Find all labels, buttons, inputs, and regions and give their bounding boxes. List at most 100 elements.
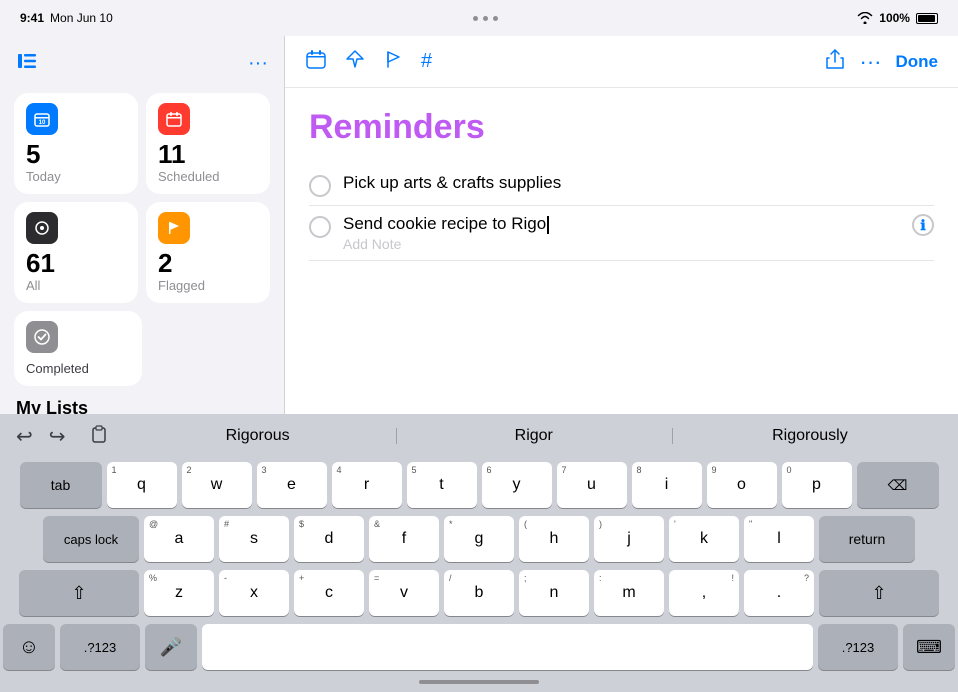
key-y[interactable]: 6y: [482, 462, 552, 508]
keyboard-row-4: ☺ .?123 🎤 .?123 ⌨: [3, 624, 955, 670]
key-g[interactable]: *g: [444, 516, 514, 562]
key-m[interactable]: :m: [594, 570, 664, 616]
smart-list-today[interactable]: 10 5 Today: [14, 93, 138, 194]
completed-icon: [26, 321, 58, 353]
key-w[interactable]: 2w: [182, 462, 252, 508]
all-icon: [26, 212, 58, 244]
undo-redo-group: ↩ ↪: [10, 420, 72, 453]
smart-list-scheduled[interactable]: 11 Scheduled: [146, 93, 270, 194]
toolbar-calendar-icon[interactable]: [305, 48, 327, 76]
key-space[interactable]: [202, 624, 813, 670]
key-e[interactable]: 3e: [257, 462, 327, 508]
key-h[interactable]: (h: [519, 516, 589, 562]
autocomplete-suggestions: Rigorous Rigor Rigorously: [120, 423, 948, 449]
paste-button[interactable]: [82, 420, 114, 453]
suggestion-1[interactable]: Rigorous: [120, 423, 396, 449]
battery-icon: 100%: [879, 11, 910, 25]
key-numbers-left[interactable]: .?123: [60, 624, 140, 670]
key-v[interactable]: =v: [369, 570, 439, 616]
keyboard-container: ↩ ↪ Rigorous Rigor Rigorously tab 1q 2w …: [0, 414, 958, 692]
key-shift-right[interactable]: ⇧: [819, 570, 939, 616]
key-s[interactable]: #s: [219, 516, 289, 562]
status-bar: 9:41 Mon Jun 10 100%: [0, 0, 958, 36]
key-p[interactable]: 0p: [782, 462, 852, 508]
key-z[interactable]: %z: [144, 570, 214, 616]
reminder-circle-1[interactable]: [309, 175, 331, 197]
undo-button[interactable]: ↩: [10, 420, 39, 453]
done-button[interactable]: Done: [896, 52, 939, 72]
add-note-label[interactable]: Add Note: [343, 236, 900, 252]
flagged-label: Flagged: [158, 278, 258, 293]
key-emoji[interactable]: ☺: [3, 624, 55, 670]
sidebar-header: ···: [14, 46, 270, 81]
key-j[interactable]: )j: [594, 516, 664, 562]
key-numbers-right[interactable]: .?123: [818, 624, 898, 670]
completed-label: Completed: [26, 361, 89, 376]
key-f[interactable]: &f: [369, 516, 439, 562]
svg-text:10: 10: [39, 120, 46, 126]
key-u[interactable]: 7u: [557, 462, 627, 508]
toolbar-right: ··· Done: [824, 48, 938, 75]
today-label: Today: [26, 169, 126, 184]
key-l[interactable]: "l: [744, 516, 814, 562]
keyboard-row-2: caps lock @a #s $d &f *g (h )j 'k "l ret…: [3, 516, 955, 562]
key-x[interactable]: -x: [219, 570, 289, 616]
reminder-text-block-2: Send cookie recipe to Rigo Add Note: [343, 214, 900, 252]
key-capslock[interactable]: caps lock: [43, 516, 139, 562]
smart-list-flagged[interactable]: 2 Flagged: [146, 202, 270, 303]
scheduled-icon: [158, 103, 190, 135]
smart-list-completed[interactable]: Completed: [14, 311, 142, 386]
smart-lists-grid: 10 5 Today 11 Scheduled: [14, 93, 270, 303]
key-r[interactable]: 4r: [332, 462, 402, 508]
today-icon: 10: [26, 103, 58, 135]
home-bar: [419, 680, 539, 684]
reminder-text-block-1: Pick up arts & crafts supplies: [343, 173, 934, 193]
key-delete[interactable]: ⌫: [857, 462, 939, 508]
reminder-info-button-2[interactable]: ℹ: [912, 214, 934, 236]
smart-list-all[interactable]: 61 All: [14, 202, 138, 303]
key-q[interactable]: 1q: [107, 462, 177, 508]
toolbar-hashtag-icon[interactable]: #: [421, 50, 432, 73]
flagged-count: 2: [158, 250, 258, 276]
key-k[interactable]: 'k: [669, 516, 739, 562]
main-toolbar: # ··· Done: [285, 36, 958, 88]
key-shift-left[interactable]: ⇧: [19, 570, 139, 616]
toolbar-more-button[interactable]: ···: [860, 49, 882, 75]
reminder-text-2: Send cookie recipe to Rigo: [343, 214, 900, 234]
all-count: 61: [26, 250, 126, 276]
status-date: Mon Jun 10: [50, 11, 113, 25]
toolbar-share-button[interactable]: [824, 48, 846, 75]
key-d[interactable]: $d: [294, 516, 364, 562]
key-tab[interactable]: tab: [20, 462, 102, 508]
key-c[interactable]: +c: [294, 570, 364, 616]
key-t[interactable]: 5t: [407, 462, 477, 508]
key-n[interactable]: ;n: [519, 570, 589, 616]
key-microphone[interactable]: 🎤: [145, 624, 197, 670]
status-right: 100%: [857, 11, 938, 25]
key-return[interactable]: return: [819, 516, 915, 562]
key-keyboard-hide[interactable]: ⌨: [903, 624, 955, 670]
keyboard-rows: tab 1q 2w 3e 4r 5t 6y 7u 8i 9o 0p ⌫ caps…: [0, 458, 958, 672]
sidebar-more-button[interactable]: ···: [248, 52, 268, 75]
autocomplete-bar: ↩ ↪ Rigorous Rigor Rigorously: [0, 414, 958, 458]
sidebar-toggle-button[interactable]: [16, 50, 38, 77]
scheduled-label: Scheduled: [158, 169, 258, 184]
key-question[interactable]: ?.: [744, 570, 814, 616]
key-exclamation[interactable]: !,: [669, 570, 739, 616]
key-o[interactable]: 9o: [707, 462, 777, 508]
reminders-title: Reminders: [309, 108, 934, 147]
sidebar-toggle-icon: [16, 50, 38, 72]
reminder-circle-2[interactable]: [309, 216, 331, 238]
key-a[interactable]: @a: [144, 516, 214, 562]
toolbar-location-icon[interactable]: [345, 49, 365, 75]
reminder-item-1[interactable]: Pick up arts & crafts supplies: [309, 165, 934, 206]
key-i[interactable]: 8i: [632, 462, 702, 508]
toolbar-flag-icon[interactable]: [383, 49, 403, 75]
suggestion-3[interactable]: Rigorously: [672, 423, 948, 449]
suggestion-2[interactable]: Rigor: [396, 423, 672, 449]
key-b[interactable]: /b: [444, 570, 514, 616]
reminder-item-2[interactable]: Send cookie recipe to Rigo Add Note ℹ: [309, 206, 934, 261]
status-center-dots: [473, 16, 498, 21]
redo-button[interactable]: ↪: [43, 420, 72, 453]
home-indicator: [0, 672, 958, 692]
